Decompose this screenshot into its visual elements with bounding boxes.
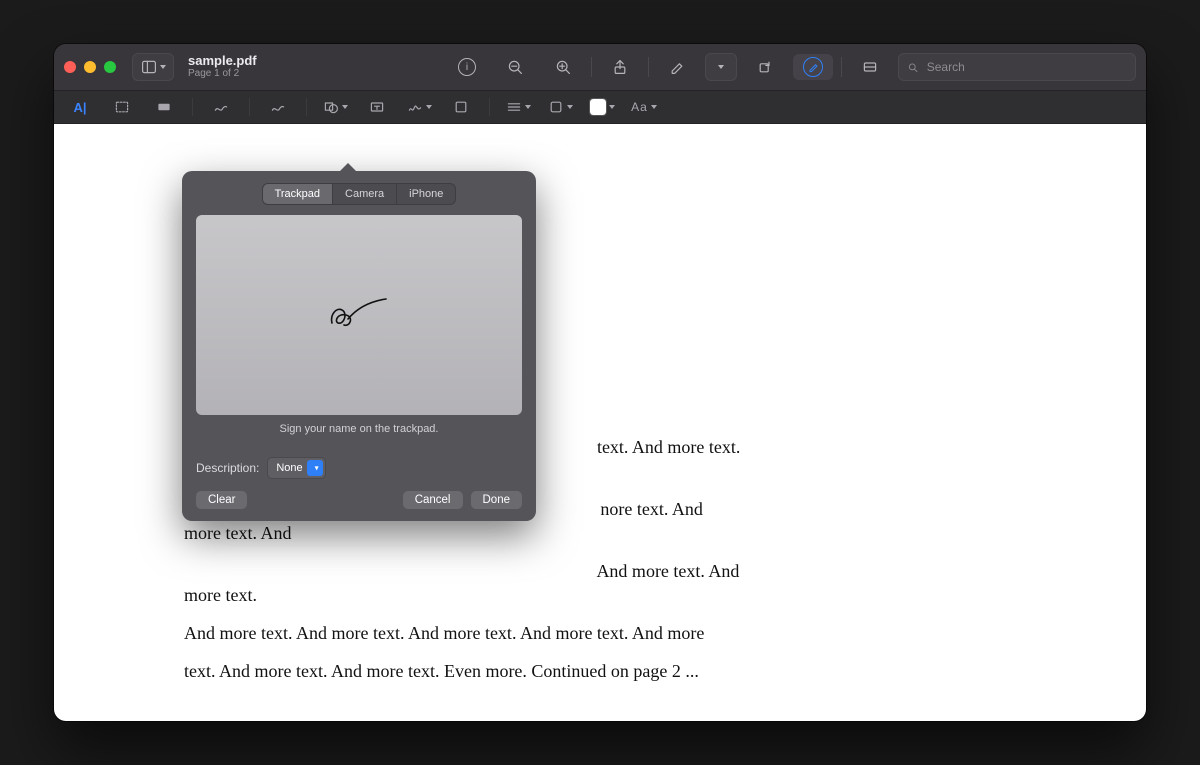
- description-value: None: [276, 462, 302, 474]
- redact-icon: [862, 59, 878, 75]
- lines-icon: [506, 99, 522, 115]
- markup-icon: [803, 57, 823, 77]
- text-style-label: Aa: [631, 100, 648, 114]
- sketch-icon: [213, 99, 229, 115]
- sketch-tool[interactable]: [203, 95, 239, 119]
- zoom-out-icon: [507, 59, 523, 75]
- chevron-down-icon: [651, 105, 657, 109]
- note-tool[interactable]: [443, 95, 479, 119]
- close-window-button[interactable]: [64, 61, 76, 73]
- text-selection-tool[interactable]: A​|: [62, 95, 98, 119]
- info-button[interactable]: i: [447, 54, 487, 80]
- draw-tool[interactable]: [260, 95, 296, 119]
- toolbar-separator: [648, 57, 649, 77]
- title-block: sample.pdf Page 1 of 2: [188, 54, 257, 80]
- chevron-down-icon: [567, 105, 573, 109]
- draw-icon: [270, 99, 286, 115]
- titlebar: sample.pdf Page 1 of 2 i: [54, 44, 1146, 90]
- share-icon: [612, 59, 628, 75]
- stroke-weight-tool[interactable]: [500, 95, 536, 119]
- signature-popover: Trackpad Camera iPhone Sign your name on…: [182, 171, 536, 521]
- fill-color-tool[interactable]: [584, 95, 620, 119]
- zoom-out-button[interactable]: [495, 54, 535, 80]
- clear-button[interactable]: Clear: [196, 491, 247, 509]
- sidebar-icon: [141, 59, 157, 75]
- body-text: text. And more text. And more text. Even…: [184, 659, 744, 683]
- chevron-down-icon: [525, 105, 531, 109]
- highlight-button[interactable]: [657, 54, 697, 80]
- description-row: Description: None ▾: [196, 457, 522, 479]
- search-icon: [907, 61, 919, 74]
- chevron-down-icon: [609, 105, 615, 109]
- shapes-tool[interactable]: [317, 95, 353, 119]
- stroke-color-tool[interactable]: [542, 95, 578, 119]
- chevron-down-icon: [426, 105, 432, 109]
- page-indicator: Page 1 of 2: [188, 68, 257, 80]
- select-arrows-icon: ▾: [315, 464, 319, 473]
- toolbar-separator: [306, 98, 307, 116]
- stroke-color-icon: [548, 99, 564, 115]
- chevron-down-icon: [718, 65, 724, 69]
- chevron-down-icon: [160, 65, 166, 69]
- text-style-tool[interactable]: Aa: [626, 95, 662, 119]
- cancel-button[interactable]: Cancel: [403, 491, 463, 509]
- info-icon: i: [458, 58, 476, 76]
- fill-swatch-icon: [590, 99, 606, 115]
- toolbar-separator: [841, 57, 842, 77]
- redact-tool[interactable]: [146, 95, 182, 119]
- rect-selection-tool[interactable]: [104, 95, 140, 119]
- sidebar-toggle-button[interactable]: [132, 53, 174, 81]
- rect-select-icon: [114, 99, 130, 115]
- toolbar-separator: [249, 98, 250, 116]
- text-tool[interactable]: [359, 95, 395, 119]
- signature-pad[interactable]: [196, 215, 522, 415]
- description-label: Description:: [196, 461, 259, 475]
- document-title: sample.pdf: [188, 54, 257, 68]
- toolbar-separator: [489, 98, 490, 116]
- tab-trackpad[interactable]: Trackpad: [263, 184, 332, 204]
- search-field[interactable]: [898, 53, 1136, 81]
- rotate-icon: [757, 59, 773, 75]
- signature-icon: [407, 99, 423, 115]
- toolbar-separator: [591, 57, 592, 77]
- popover-button-row: Clear Cancel Done: [196, 491, 522, 509]
- toolbar-separator: [192, 98, 193, 116]
- window-controls: [64, 61, 116, 73]
- signature-stroke: [324, 295, 394, 335]
- redact-block-icon: [156, 99, 172, 115]
- chevron-down-icon: [342, 105, 348, 109]
- done-button[interactable]: Done: [471, 491, 523, 509]
- highlight-dropdown[interactable]: [705, 53, 737, 81]
- minimize-window-button[interactable]: [84, 61, 96, 73]
- document-area[interactable]: A Simple PDF File This is a small demons…: [54, 124, 1146, 721]
- note-icon: [453, 99, 469, 115]
- rotate-button[interactable]: [745, 54, 785, 80]
- zoom-in-icon: [555, 59, 571, 75]
- signature-hint: Sign your name on the trackpad.: [196, 423, 522, 435]
- share-button[interactable]: [600, 54, 640, 80]
- text-cursor-icon: A​|: [73, 100, 86, 115]
- description-select[interactable]: None ▾: [267, 457, 325, 479]
- text-box-icon: [369, 99, 385, 115]
- preview-window: sample.pdf Page 1 of 2 i: [54, 44, 1146, 721]
- sign-tool[interactable]: [401, 95, 437, 119]
- zoom-in-button[interactable]: [543, 54, 583, 80]
- body-text: more text. And more text. And more text.…: [184, 559, 744, 607]
- search-input[interactable]: [925, 59, 1127, 75]
- markup-toolbar: A​| Aa: [54, 90, 1146, 124]
- highlighter-icon: [669, 59, 685, 75]
- signature-source-tabs: Trackpad Camera iPhone: [262, 183, 457, 205]
- tab-camera[interactable]: Camera: [332, 184, 396, 204]
- fullscreen-window-button[interactable]: [104, 61, 116, 73]
- shapes-icon: [323, 99, 339, 115]
- crop-button[interactable]: [850, 54, 890, 80]
- body-text: And more text. And more text. And more t…: [184, 621, 744, 645]
- markup-toggle-button[interactable]: [793, 54, 833, 80]
- tab-iphone[interactable]: iPhone: [396, 184, 455, 204]
